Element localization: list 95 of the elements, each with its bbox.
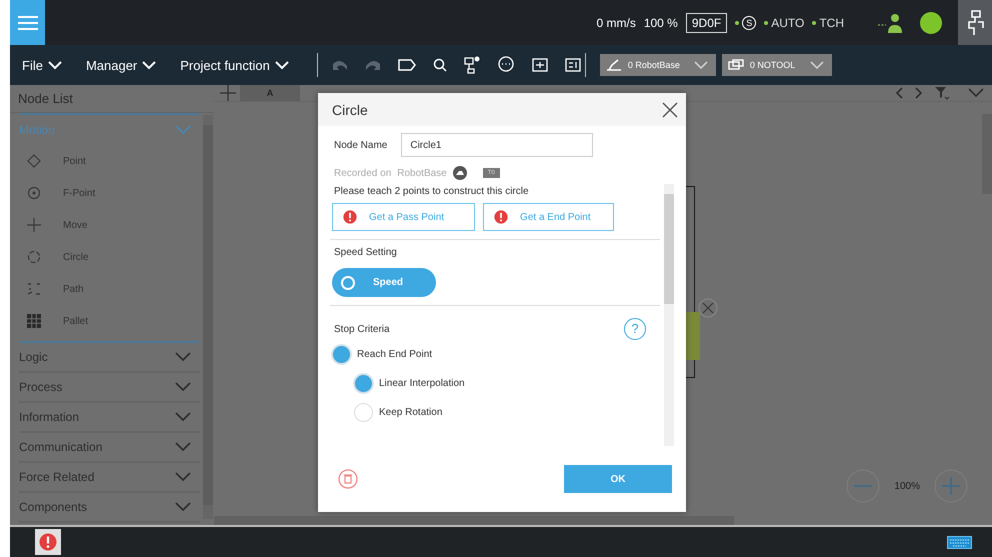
panel-icon[interactable] [532,58,548,72]
radio-button[interactable] [354,374,373,393]
tag-icon[interactable] [398,59,416,71]
panel-icon[interactable] [564,58,581,72]
category-header[interactable]: Information [19,403,200,433]
menu-item[interactable]: Manager [86,58,156,72]
search-icon[interactable] [432,58,447,72]
alert-button[interactable] [35,529,61,555]
menu-button[interactable] [10,0,45,45]
field-label: Node Name [334,140,388,150]
section-title: Speed Setting [333,247,398,258]
crosshair-icon [27,218,41,232]
tool-selector[interactable]: 0 NOTOOL [722,54,832,76]
ok-button[interactable]: OK [564,465,672,493]
tool-frame-icon [728,59,744,71]
target-icon [27,186,41,200]
base-frame-icon [606,59,622,71]
alert-icon [494,210,508,224]
redo-icon[interactable] [364,59,381,71]
mode-label: 9D0F [686,12,728,32]
previous-icon[interactable] [894,87,904,99]
undo-icon[interactable] [332,59,348,71]
category-header[interactable]: Force Related [19,463,200,493]
category-header[interactable]: Communication [19,433,200,463]
radio-button[interactable] [354,403,373,422]
robot-arm-icon [966,10,984,36]
chevron-down-icon [175,412,191,422]
chevron-down-icon [175,442,191,452]
node-item[interactable]: Move [19,209,88,241]
chevron-down-icon [175,352,191,362]
chevron-down-icon[interactable] [968,88,984,98]
canvas-tab[interactable]: A [240,85,300,101]
dashed-circle-icon [27,250,41,264]
chevron-down-icon [274,60,289,70]
user-icon [878,12,904,32]
chevron-down-icon [694,60,708,70]
chevron-down-icon [175,472,191,482]
base-icon [452,166,467,180]
close-icon[interactable] [662,102,678,118]
option-label: Reach End Point [357,349,432,360]
status-indicator: TCH [812,16,844,30]
speed-toggle[interactable]: Speed [332,268,436,297]
option-label: Keep Rotation [379,407,442,418]
base-selector[interactable]: 0 RobotBase [600,54,716,76]
alert-icon [343,210,357,224]
chevron-down-icon [175,502,191,512]
teach-point-button[interactable]: Get a End Point [483,203,614,231]
scrollbar[interactable] [664,184,674,446]
menu-icon [18,14,38,30]
node-item[interactable]: Pallet [19,305,88,337]
category-header[interactable]: Components [19,493,200,523]
chevron-down-icon [142,60,156,70]
status-light-icon [920,12,942,34]
filter-icon[interactable] [934,86,950,100]
chevron-down-icon [48,60,62,70]
delete-icon[interactable] [338,469,358,489]
recorded-label: Recorded on [334,168,392,178]
node-item[interactable]: Point [19,145,86,177]
teach-point-button[interactable]: Get a Pass Point [332,203,476,231]
node-item[interactable]: Path [19,273,84,305]
add-icon[interactable] [220,85,236,101]
zoom-level: 100% [894,480,920,492]
zoom-in-button[interactable] [934,469,968,503]
category-header[interactable]: Logic [19,343,200,373]
alert-icon [39,533,57,551]
chat-icon[interactable] [496,56,515,74]
flow-node[interactable] [686,312,700,360]
instruction-text: Please teach 2 points to construct this circle [333,185,530,199]
category-header[interactable]: Process [19,373,200,403]
robot-button[interactable] [958,0,992,45]
diamond-icon [27,154,41,168]
close-icon[interactable] [698,298,718,318]
next-icon[interactable] [914,87,924,99]
safety-indicator: S [742,16,756,30]
menu-item[interactable]: File [22,58,62,72]
status-indicator: AUTO [764,16,804,30]
speed-override: 100 % [644,16,678,30]
node-item[interactable]: F-Point [19,177,96,209]
chevron-down-icon [810,60,824,70]
keyboard-icon[interactable] [947,536,972,548]
menu-item[interactable]: Project function [180,58,289,72]
speed-reading: 0 mm/s [596,16,636,30]
radio-button[interactable] [332,345,351,364]
option-label: Linear Interpolation [379,378,465,389]
node-name-field[interactable]: Circle1 [401,133,594,157]
node-item[interactable]: Circle [19,241,89,273]
help-button[interactable]: ? [624,318,646,340]
path-icon [27,282,41,296]
chevron-down-icon [175,382,191,392]
frame-name: RobotBase [397,168,447,178]
chevron-down-icon [175,125,191,135]
dialog-title: Circle [332,102,368,118]
grid-icon [27,314,41,328]
section-title: Stop Criteria [333,324,391,334]
node-icon[interactable] [464,56,480,74]
